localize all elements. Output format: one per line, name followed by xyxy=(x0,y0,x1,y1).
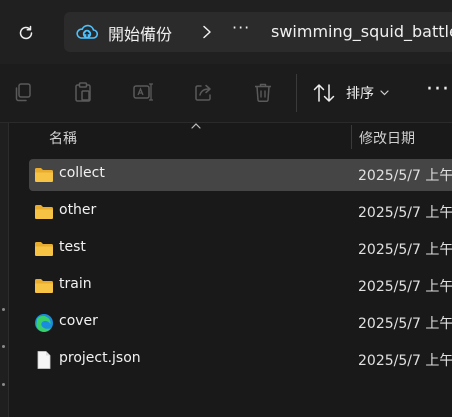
folder-icon xyxy=(34,240,54,258)
file-list-row[interactable]: other 2025/5/7 上午 xyxy=(29,196,452,228)
toolbar-divider xyxy=(296,74,297,112)
refresh-button[interactable] xyxy=(14,21,38,45)
file-name: train xyxy=(59,276,92,292)
file-name: project.json xyxy=(59,350,141,366)
file-list-row[interactable]: test 2025/5/7 上午 xyxy=(29,233,452,265)
document-file-icon xyxy=(34,350,54,369)
file-list-row[interactable]: collect 2025/5/7 上午 xyxy=(29,159,452,191)
nav-pane-marker xyxy=(2,308,5,311)
command-toolbar: 排序 ··· xyxy=(0,64,452,123)
share-button[interactable] xyxy=(190,79,216,105)
share-icon xyxy=(195,84,211,101)
column-header-name[interactable]: 名稱 xyxy=(49,128,77,148)
file-name: cover xyxy=(59,313,98,329)
sort-label: 排序 xyxy=(346,86,374,102)
file-list-row[interactable]: train 2025/5/7 上午 xyxy=(29,270,452,302)
more-options-button[interactable]: ··· xyxy=(426,79,450,101)
file-list-row[interactable]: project.json 2025/5/7 上午 xyxy=(29,344,452,376)
file-date-modified: 2025/5/7 上午 xyxy=(358,168,452,184)
copy-button[interactable] xyxy=(10,79,36,105)
file-date-modified: 2025/5/7 上午 xyxy=(358,353,452,369)
sort-icon xyxy=(313,84,335,102)
file-list-row[interactable]: cover 2025/5/7 上午 xyxy=(29,307,452,339)
onedrive-backup-icon xyxy=(76,24,98,39)
breadcrumb-current-folder[interactable]: swimming_squid_battle xyxy=(271,22,452,41)
column-header-date-modified[interactable]: 修改日期 xyxy=(359,128,415,148)
delete-button[interactable] xyxy=(250,79,276,105)
file-name: collect xyxy=(59,165,105,181)
sort-ascending-icon xyxy=(191,123,201,129)
nav-pane-marker xyxy=(2,345,5,348)
folder-icon xyxy=(34,166,54,184)
column-resize-handle[interactable] xyxy=(351,125,352,149)
file-name: other xyxy=(59,202,97,218)
folder-icon xyxy=(34,277,54,295)
nav-pane-marker xyxy=(2,383,5,386)
address-breadcrumb[interactable]: 開始備份 ··· swimming_squid_battle xyxy=(64,12,452,52)
file-name: test xyxy=(59,239,86,255)
chevron-right-icon xyxy=(203,25,211,39)
file-date-modified: 2025/5/7 上午 xyxy=(358,242,452,258)
paste-button[interactable] xyxy=(70,79,96,105)
edge-browser-icon xyxy=(34,313,54,332)
navigation-pane-edge[interactable] xyxy=(0,123,9,417)
file-date-modified: 2025/5/7 上午 xyxy=(358,279,452,295)
refresh-icon xyxy=(19,25,33,40)
rename-icon xyxy=(133,83,153,101)
breadcrumb-root[interactable]: 開始備份 xyxy=(108,21,172,45)
folder-icon xyxy=(34,203,54,221)
file-date-modified: 2025/5/7 上午 xyxy=(358,316,452,332)
breadcrumb-overflow[interactable]: ··· xyxy=(232,18,250,37)
column-header: 名稱 修改日期 xyxy=(8,123,452,151)
copy-icon xyxy=(15,83,31,102)
paste-icon xyxy=(75,82,91,102)
sort-button[interactable]: 排序 xyxy=(312,78,389,108)
trash-icon xyxy=(255,83,271,102)
rename-button[interactable] xyxy=(130,79,156,105)
address-bar-area: 開始備份 ··· swimming_squid_battle xyxy=(0,0,452,64)
file-date-modified: 2025/5/7 上午 xyxy=(358,205,452,221)
chevron-down-icon xyxy=(380,90,389,96)
